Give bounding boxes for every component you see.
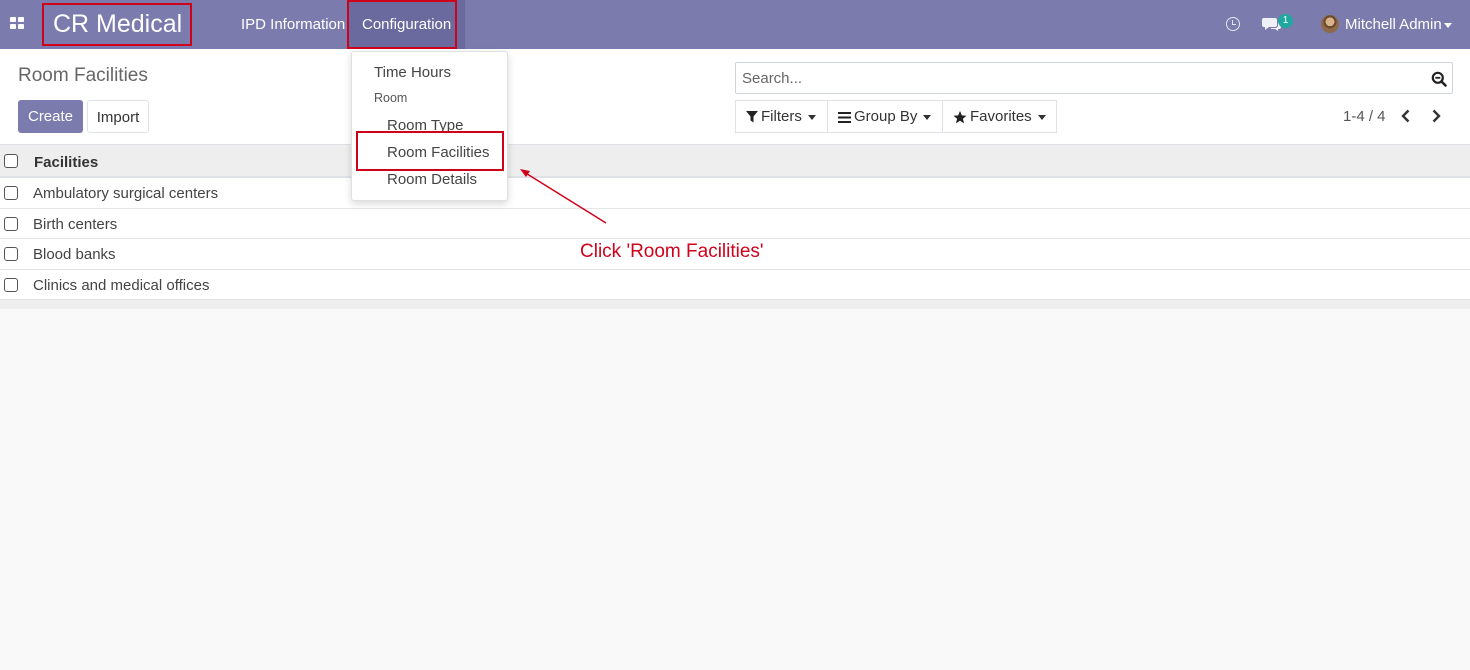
app-menu-icon[interactable] [10, 17, 24, 31]
search-input[interactable] [736, 63, 1416, 93]
control-panel: Room Facilities Create Import Filters Gr… [0, 49, 1470, 144]
menu-item-time-hours[interactable]: Time Hours [374, 64, 451, 81]
main-navbar: CR Medical IPD Information Configuration… [0, 0, 1470, 49]
filters-label: Filters [761, 108, 802, 125]
annotation-text: Click 'Room Facilities' [580, 241, 764, 262]
star-icon [953, 110, 967, 123]
menu-item-room-details[interactable]: Room Details [387, 171, 477, 188]
chevron-right-icon[interactable] [1428, 108, 1444, 124]
user-name: Mitchell Admin [1345, 16, 1442, 33]
search-bar [735, 62, 1453, 94]
row-checkbox[interactable] [4, 186, 18, 200]
select-all-checkbox[interactable] [4, 154, 18, 168]
pager-value[interactable]: 1-4 / 4 [1343, 108, 1386, 125]
filter-icon [746, 111, 758, 123]
create-button[interactable]: Create [18, 100, 83, 133]
table-row[interactable]: Ambulatory surgical centers [0, 178, 1470, 209]
row-facility-name: Ambulatory surgical centers [33, 185, 219, 202]
import-button[interactable]: Import [87, 100, 149, 133]
filters-button[interactable]: Filters [735, 100, 828, 133]
list-footer [0, 300, 1470, 309]
group-by-button[interactable]: Group By [827, 100, 943, 133]
app-brand[interactable]: CR Medical [53, 9, 182, 39]
menu-section-room: Room [374, 91, 408, 105]
search-icon[interactable] [1431, 71, 1447, 87]
favorites-button[interactable]: Favorites [942, 100, 1057, 133]
table-row[interactable]: Clinics and medical offices [0, 269, 1470, 300]
menu-configuration[interactable]: Configuration [348, 0, 466, 49]
row-checkbox[interactable] [4, 247, 18, 261]
chevron-left-icon[interactable] [1398, 108, 1414, 124]
row-facility-name: Blood banks [33, 246, 116, 263]
row-facility-name: Clinics and medical offices [33, 276, 210, 294]
configuration-dropdown: Time Hours Room Room Type Room Facilitie… [351, 51, 508, 201]
row-facility-name: Birth centers [33, 215, 118, 233]
favorites-label: Favorites [970, 108, 1032, 125]
caret-down-icon [1444, 23, 1452, 28]
list-view: Facilities Ambulatory surgical centers B… [0, 144, 1470, 309]
row-checkbox[interactable] [4, 216, 18, 231]
activity-clock-icon[interactable] [1226, 17, 1240, 31]
chat-count-badge: 1 [1278, 14, 1293, 28]
avatar [1321, 15, 1339, 33]
menu-item-room-type[interactable]: Room Type [387, 117, 463, 134]
column-header-facilities[interactable]: Facilities [34, 154, 98, 171]
menu-ipd-information[interactable]: IPD Information [241, 0, 345, 49]
caret-down-icon [1037, 114, 1046, 120]
group-by-label: Group By [854, 108, 918, 125]
caret-down-icon [923, 114, 932, 120]
breadcrumb: Room Facilities [18, 65, 148, 86]
annotation-arrow [520, 169, 607, 224]
row-checkbox[interactable] [4, 277, 18, 292]
caret-down-icon [807, 114, 816, 120]
table-row[interactable]: Birth centers [0, 208, 1470, 239]
group-by-icon [838, 111, 851, 123]
menu-item-room-facilities[interactable]: Room Facilities [387, 144, 490, 161]
list-header: Facilities [0, 144, 1470, 178]
